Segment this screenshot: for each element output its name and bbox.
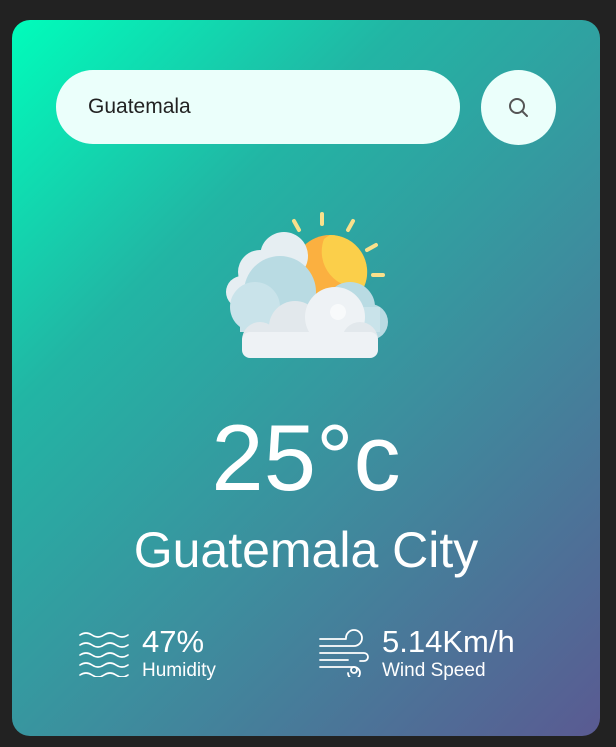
- humidity-icon: [79, 632, 129, 677]
- temperature: 25°c: [211, 405, 401, 510]
- wind-icon: [319, 629, 369, 677]
- search-input[interactable]: [56, 70, 460, 144]
- humidity-text: 47% Humidity: [142, 624, 216, 682]
- humidity-value: 47%: [142, 624, 205, 659]
- partly-cloudy-icon: [226, 212, 388, 358]
- search-button[interactable]: [481, 70, 556, 145]
- humidity-label: Humidity: [142, 660, 216, 681]
- wind-detail: 5.14Km/h Wind Speed: [318, 624, 515, 682]
- weather-card: 25°c Guatemala City 47% Humidity: [12, 20, 600, 736]
- wind-value: 5.14Km/h: [382, 624, 515, 659]
- humidity-detail: 47% Humidity: [78, 624, 216, 682]
- city-name: Guatemala City: [133, 522, 479, 578]
- wind-text: 5.14Km/h Wind Speed: [382, 624, 515, 682]
- wind-label: Wind Speed: [382, 660, 486, 681]
- search-icon: [508, 97, 528, 117]
